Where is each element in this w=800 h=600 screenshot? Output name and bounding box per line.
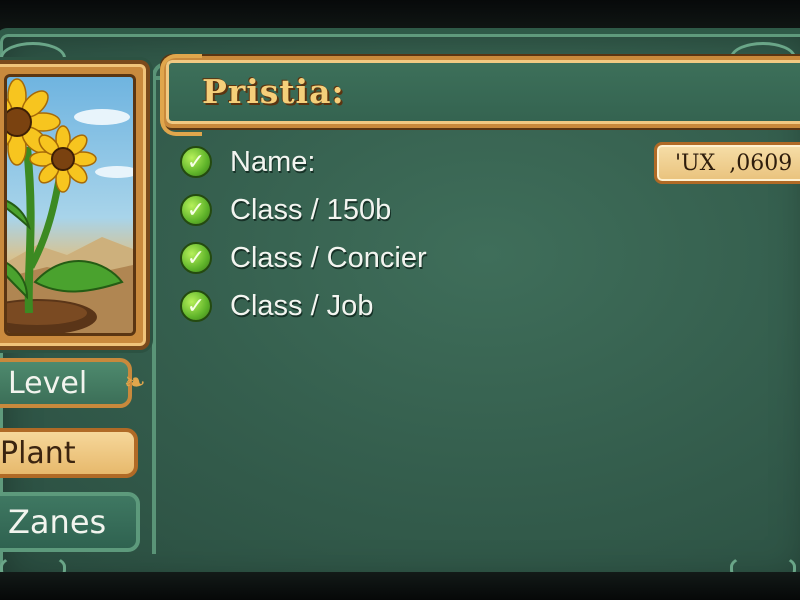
plant-tab[interactable]: Plant xyxy=(0,428,138,478)
top-border xyxy=(0,0,800,30)
level-tab[interactable]: Level ❧ xyxy=(0,358,146,408)
check-icon: ✓ xyxy=(180,194,212,226)
list-item[interactable]: ✓ Class / Concier xyxy=(180,238,427,278)
character-name-title: Pristia: xyxy=(202,72,345,111)
title-banner: Pristia: xyxy=(160,54,800,136)
portrait-frame xyxy=(0,60,150,350)
list-item-label: Class / Job xyxy=(230,289,374,322)
check-icon: ✓ xyxy=(180,290,212,322)
scroll-ornament-icon: ❧ xyxy=(124,368,146,398)
sunflower-icon xyxy=(7,78,133,333)
plant-tab-label: Plant xyxy=(0,435,76,471)
list-item-label: Class / 150b xyxy=(230,193,392,226)
list-item-label: Name: xyxy=(230,145,316,178)
portrait xyxy=(4,74,136,336)
game-screen: Level ❧ Plant Zanes Pristia: ✓ Name: ✓ C… xyxy=(0,0,800,600)
stat-value-box: 'UX ,0609 xyxy=(654,142,800,184)
list-item[interactable]: ✓ Class / Job xyxy=(180,286,373,326)
scroll-ornament-icon xyxy=(160,54,202,136)
check-icon: ✓ xyxy=(180,146,212,178)
zanes-tab[interactable]: Zanes xyxy=(0,492,140,552)
bottom-border xyxy=(0,572,800,600)
list-item[interactable]: ✓ Class / 150b xyxy=(180,190,391,230)
list-item[interactable]: ✓ Name: xyxy=(180,142,315,182)
zanes-tab-label: Zanes xyxy=(8,503,107,541)
level-tab-label: Level xyxy=(8,365,88,401)
check-icon: ✓ xyxy=(180,242,212,274)
list-item-label: Class / Concier xyxy=(230,241,427,274)
